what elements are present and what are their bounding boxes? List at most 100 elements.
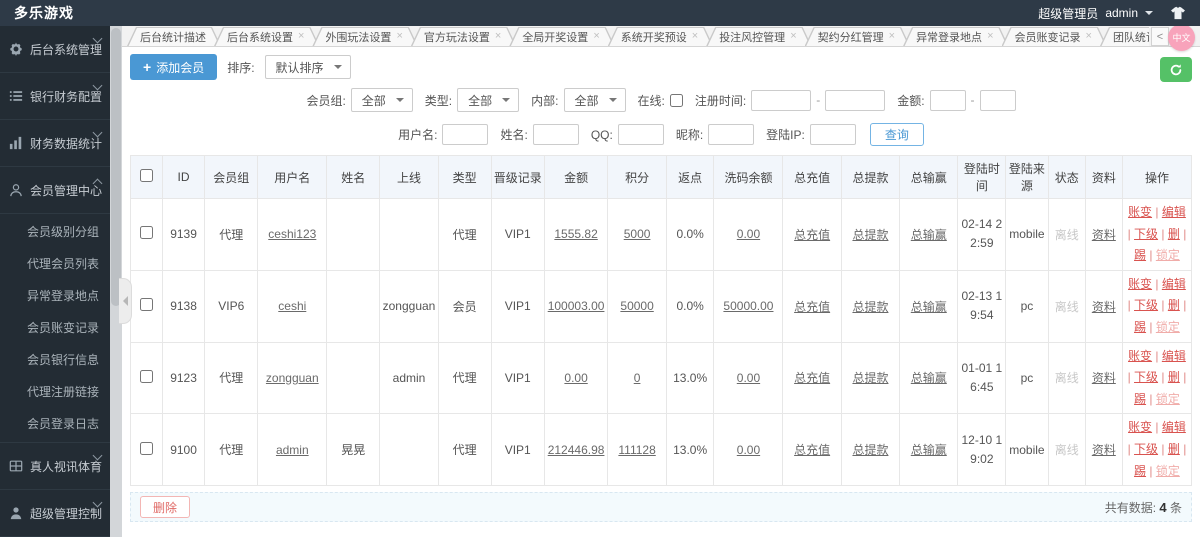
query-button[interactable]: 查询 xyxy=(869,123,924,146)
wash-link[interactable]: 50000.00 xyxy=(723,299,773,313)
action-link[interactable]: 锁定 xyxy=(1156,392,1180,406)
sidebar-subitem[interactable]: 会员登录日志 xyxy=(0,408,110,440)
sidebar-subitem[interactable]: 代理会员列表 xyxy=(0,248,110,280)
points-link[interactable]: 50000 xyxy=(620,299,653,313)
tab[interactable]: 异常登录地点 × xyxy=(903,27,1008,46)
online-checkbox[interactable] xyxy=(669,93,683,107)
balance-link[interactable]: 100003.00 xyxy=(548,299,605,313)
sidebar-item[interactable]: 银行财务配置 xyxy=(0,73,110,120)
balance-link[interactable]: 212446.98 xyxy=(548,443,605,457)
wash-link[interactable]: 0.00 xyxy=(737,227,760,241)
language-float-badge[interactable]: 中文 xyxy=(1168,24,1195,51)
select-all-checkbox[interactable] xyxy=(139,169,153,182)
winlose-link[interactable]: 总输赢 xyxy=(911,300,947,314)
action-link[interactable]: 踢 xyxy=(1134,392,1146,406)
action-link[interactable]: 删 xyxy=(1168,227,1180,241)
sort-select[interactable]: 默认排序 xyxy=(264,55,351,79)
tab[interactable]: 契约分红管理 × xyxy=(805,27,910,46)
action-link[interactable]: 下级 xyxy=(1134,298,1158,312)
action-link[interactable]: 踢 xyxy=(1134,320,1146,334)
refresh-button[interactable] xyxy=(1160,57,1192,82)
close-icon[interactable]: × xyxy=(495,31,501,42)
internal-select[interactable]: 全部 xyxy=(563,88,626,112)
profile-link[interactable]: 资料 xyxy=(1092,300,1116,314)
sidebar-subitem[interactable]: 代理注册链接 xyxy=(0,376,110,408)
regtime-end-input[interactable] xyxy=(825,89,886,111)
theme-tshirt-icon[interactable] xyxy=(1170,6,1186,20)
close-icon[interactable]: × xyxy=(692,31,698,42)
action-link[interactable]: 删 xyxy=(1168,442,1180,456)
action-link[interactable]: 踢 xyxy=(1134,248,1146,262)
recharge-link[interactable]: 总充值 xyxy=(794,300,830,314)
action-link[interactable]: 踢 xyxy=(1134,464,1146,478)
nick-input[interactable] xyxy=(708,124,755,145)
tab[interactable]: 后台系统设置 × xyxy=(214,27,319,46)
username-link[interactable]: admin xyxy=(276,443,309,457)
action-link[interactable]: 下级 xyxy=(1134,370,1158,384)
points-link[interactable]: 0 xyxy=(634,371,641,385)
profile-link[interactable]: 资料 xyxy=(1092,443,1116,457)
sidebar-item[interactable]: 财务数据统计 xyxy=(0,120,110,167)
action-link[interactable]: 编辑 xyxy=(1162,277,1186,291)
type-select[interactable]: 全部 xyxy=(457,88,520,112)
close-icon[interactable]: × xyxy=(790,31,796,42)
sidebar-subitem[interactable]: 会员账变记录 xyxy=(0,312,110,344)
login-ip-input[interactable] xyxy=(809,124,856,145)
action-link[interactable]: 下级 xyxy=(1134,227,1158,241)
tab[interactable]: 团队统计概况× xyxy=(1100,27,1149,46)
close-icon[interactable]: × xyxy=(396,31,402,42)
regtime-start-input[interactable] xyxy=(751,89,812,111)
wash-link[interactable]: 0.00 xyxy=(737,371,760,385)
username-link[interactable]: ceshi123 xyxy=(268,227,316,241)
amount-min-input[interactable] xyxy=(929,89,966,111)
qq-input[interactable] xyxy=(617,124,664,145)
withdraw-link[interactable]: 总提款 xyxy=(852,228,888,242)
tab-scroll-left-button[interactable]: < xyxy=(1151,27,1169,46)
tab[interactable]: 投注风控管理 × xyxy=(706,27,811,46)
sidebar-subitem[interactable]: 会员银行信息 xyxy=(0,344,110,376)
recharge-link[interactable]: 总充值 xyxy=(794,371,830,385)
action-link[interactable]: 账变 xyxy=(1128,205,1152,219)
sidebar-item[interactable]: 超级管理控制 xyxy=(0,490,110,537)
close-icon[interactable]: × xyxy=(593,31,599,42)
sidebar-item[interactable]: 后台系统管理 xyxy=(0,26,110,73)
withdraw-link[interactable]: 总提款 xyxy=(852,371,888,385)
row-checkbox[interactable] xyxy=(139,298,153,312)
tab[interactable]: 后台统计描述 xyxy=(127,27,221,46)
username-link[interactable]: ceshi xyxy=(278,299,306,313)
winlose-link[interactable]: 总输赢 xyxy=(911,228,947,242)
withdraw-link[interactable]: 总提款 xyxy=(852,443,888,457)
amount-max-input[interactable] xyxy=(979,89,1016,111)
recharge-link[interactable]: 总充值 xyxy=(794,443,830,457)
tab[interactable]: 系统开奖预设 × xyxy=(608,27,713,46)
delete-button[interactable]: 删除 xyxy=(140,496,191,519)
action-link[interactable]: 编辑 xyxy=(1162,420,1186,434)
tab[interactable]: 会员账变记录 × xyxy=(1002,27,1107,46)
username-link[interactable]: zongguan xyxy=(266,371,319,385)
group-select[interactable]: 全部 xyxy=(350,88,413,112)
row-checkbox[interactable] xyxy=(139,226,153,240)
action-link[interactable]: 锁定 xyxy=(1156,248,1180,262)
action-link[interactable]: 编辑 xyxy=(1162,205,1186,219)
withdraw-link[interactable]: 总提款 xyxy=(852,300,888,314)
sidebar-collapse-handle[interactable] xyxy=(119,278,132,324)
recharge-link[interactable]: 总充值 xyxy=(794,228,830,242)
sidebar-item[interactable]: 真人视讯体育 xyxy=(0,443,110,490)
action-link[interactable]: 下级 xyxy=(1134,442,1158,456)
winlose-link[interactable]: 总输赢 xyxy=(911,371,947,385)
row-checkbox[interactable] xyxy=(139,369,153,383)
sidebar-subitem[interactable]: 异常登录地点 xyxy=(0,280,110,312)
winlose-link[interactable]: 总输赢 xyxy=(911,443,947,457)
action-link[interactable]: 账变 xyxy=(1128,420,1152,434)
points-link[interactable]: 5000 xyxy=(624,227,651,241)
scrollbar-thumb[interactable] xyxy=(111,28,121,306)
tab[interactable]: 全局开奖设置 × xyxy=(509,27,614,46)
action-link[interactable]: 锁定 xyxy=(1156,464,1180,478)
add-member-button[interactable]: + 添加会员 xyxy=(130,54,218,80)
close-icon[interactable]: × xyxy=(1086,31,1092,42)
close-icon[interactable]: × xyxy=(987,31,993,42)
username[interactable]: admin xyxy=(1105,6,1138,20)
profile-link[interactable]: 资料 xyxy=(1092,228,1116,242)
balance-link[interactable]: 1555.82 xyxy=(554,227,597,241)
tab[interactable]: 官方玩法设置 × xyxy=(411,27,516,46)
